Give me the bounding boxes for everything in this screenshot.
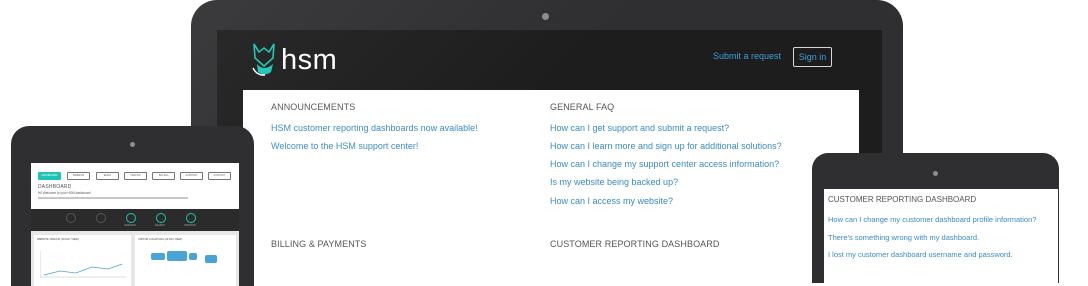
announcement-link[interactable]: HSM customer reporting dashboards now av… — [271, 123, 478, 133]
status-circle-icon[interactable] — [96, 213, 106, 223]
dashboard-faq-link[interactable]: How can I change my customer dashboard p… — [828, 215, 1036, 224]
dashboard-title: DASHBOARD — [38, 184, 72, 190]
traffic-panel: WEBSITE TRAFFIC (30 DAY VIEW) — [34, 235, 131, 286]
faq-link[interactable]: How can I access my website? — [550, 196, 673, 206]
tab-email[interactable]: EMAIL — [96, 172, 119, 180]
status-circle-icon[interactable] — [66, 213, 76, 223]
site-header: hsm Submit a request Sign in — [217, 30, 882, 90]
tab-website[interactable]: WEBSITE — [67, 172, 90, 180]
dashboard-subtitle: Hi! Welcome to your HSM dashboard — [38, 191, 91, 195]
tab-billing[interactable]: BILLING — [152, 172, 175, 180]
laptop-mockup: hsm Submit a request Sign in ANNOUNCEMEN… — [191, 0, 903, 280]
map-region — [151, 253, 165, 260]
faq-link[interactable]: How can I get support and submit a reque… — [550, 123, 729, 133]
brand-name: hsm — [281, 43, 338, 76]
sign-in-button[interactable]: Sign in — [793, 47, 832, 67]
tablet-camera — [130, 142, 135, 147]
maintain-label: MAINTAIN — [124, 224, 136, 227]
search-icon[interactable] — [156, 213, 166, 223]
brand-logo[interactable]: hsm — [251, 41, 341, 79]
main-content: ANNOUNCEMENTS HSM customer reporting das… — [243, 90, 859, 280]
submit-request-link[interactable]: Submit a request — [713, 51, 781, 61]
announcement-link[interactable]: Welcome to the HSM support center! — [271, 141, 418, 151]
tablet-screen: CUSTOMER REPORTING DASHBOARD How can I c… — [824, 189, 1058, 283]
dashboard-description — [38, 197, 188, 199]
section-title-customer-reporting[interactable]: CUSTOMER REPORTING DASHBOARD — [550, 239, 720, 249]
map-region — [167, 251, 187, 261]
dashboard-nav: DASHBOARD WEBSITE EMAIL TRAFFIC BILLING … — [31, 163, 239, 209]
tab-support[interactable]: SUPPORT — [180, 172, 203, 180]
map-region — [205, 255, 217, 263]
monitor-label: MONITOR — [184, 224, 196, 227]
laptop-screen: hsm Submit a request Sign in ANNOUNCEMEN… — [217, 30, 882, 280]
faq-link[interactable]: How can I learn more and sign up for add… — [550, 141, 782, 151]
map-region — [189, 253, 197, 260]
dashboard-faq-link[interactable]: I lost my customer dashboard username an… — [828, 250, 1013, 259]
tab-traffic[interactable]: TRAFFIC — [124, 172, 147, 180]
faq-link[interactable]: How can I change my support center acces… — [550, 159, 779, 169]
tablet-mockup-right: CUSTOMER REPORTING DASHBOARD How can I c… — [812, 153, 1059, 283]
locations-panel: VISITOR LOCATIONS (30 DAY VIEW) — [135, 235, 236, 286]
fox-logo-icon — [252, 43, 275, 76]
locations-panel-title: VISITOR LOCATIONS (30 DAY VIEW) — [138, 238, 183, 241]
tablet-mockup-left: DASHBOARD WEBSITE EMAIL TRAFFIC BILLING … — [11, 126, 254, 286]
tab-contact[interactable]: CONTACT — [208, 172, 231, 180]
tab-dashboard[interactable]: DASHBOARD — [38, 172, 61, 180]
monitor-icon[interactable] — [186, 213, 196, 223]
section-title-general-faq[interactable]: GENERAL FAQ — [550, 102, 614, 112]
maintain-icon[interactable] — [126, 213, 136, 223]
service-status-bar: MAINTAIN SEARCH MONITOR — [31, 209, 239, 231]
traffic-panel-title: WEBSITE TRAFFIC (30 DAY VIEW) — [37, 238, 79, 241]
section-title-customer-reporting[interactable]: CUSTOMER REPORTING DASHBOARD — [828, 195, 976, 204]
search-label: SEARCH — [155, 224, 165, 227]
laptop-camera — [542, 13, 549, 20]
section-title-billing[interactable]: BILLING & PAYMENTS — [271, 239, 367, 249]
traffic-line-chart — [40, 251, 126, 278]
tablet-camera — [933, 171, 938, 176]
faq-link[interactable]: Is my website being backed up? — [550, 177, 678, 187]
dashboard-faq-link[interactable]: There's something wrong with my dashboar… — [828, 233, 979, 242]
tablet-screen: DASHBOARD WEBSITE EMAIL TRAFFIC BILLING … — [31, 163, 239, 286]
section-title-announcements[interactable]: ANNOUNCEMENTS — [271, 102, 355, 112]
